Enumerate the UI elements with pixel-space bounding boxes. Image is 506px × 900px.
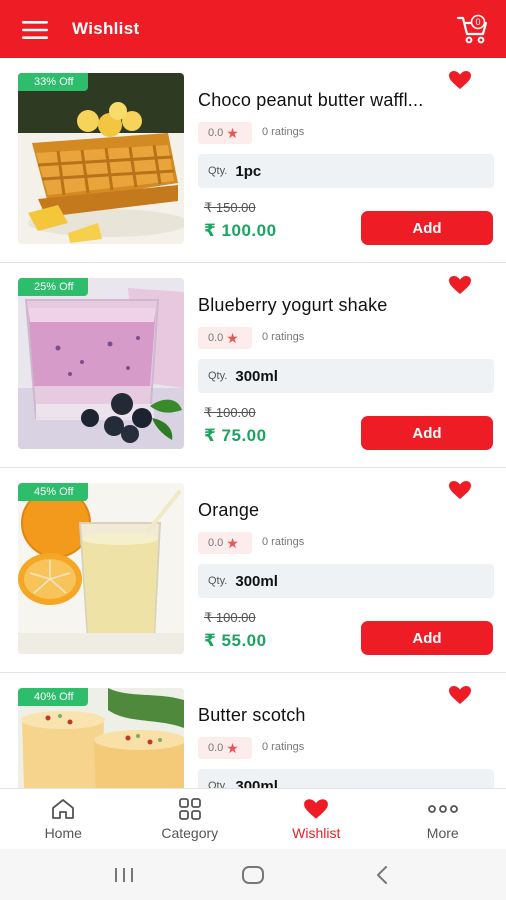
qty-value: 300ml	[235, 572, 278, 590]
discount-badge: 33% Off	[18, 73, 88, 91]
heart-icon[interactable]	[448, 480, 472, 500]
wishlist-item[interactable]: 45% Off Orange 0.0 ★ 0 ratings Qty. 300m…	[0, 468, 506, 673]
original-price: ₹ 150.00	[204, 200, 256, 215]
quantity-selector[interactable]: Qty. 1pc	[198, 154, 494, 188]
bottom-navigation: Home Category Wishlist More	[0, 788, 506, 849]
discount-badge: 40% Off	[18, 688, 88, 706]
quantity-selector[interactable]: Qty. 300ml	[198, 769, 494, 788]
rating-badge: 0.0 ★	[198, 122, 252, 144]
rating-value: 0.0	[208, 537, 224, 549]
product-image-blueberry-shake: 25% Off	[18, 278, 184, 449]
original-price: ₹ 100.00	[204, 610, 256, 625]
ratings-count: 0 ratings	[262, 331, 305, 343]
qty-label: Qty.	[208, 370, 228, 382]
app-header: Wishlist 0	[0, 0, 506, 58]
back-icon[interactable]	[362, 860, 402, 890]
nav-wishlist-label: Wishlist	[292, 825, 341, 841]
sale-price: ₹ 55.00	[204, 631, 267, 650]
nav-wishlist[interactable]: Wishlist	[253, 789, 380, 849]
qty-label: Qty.	[208, 575, 228, 587]
home-circle-icon[interactable]	[233, 860, 273, 890]
rating-value: 0.0	[208, 742, 224, 754]
star-icon: ★	[226, 330, 239, 346]
wishlist-item[interactable]: 40% Off Butter scotch 0.0 ★ 0 ratings Qt…	[0, 673, 506, 788]
nav-category[interactable]: Category	[127, 789, 254, 849]
heart-icon[interactable]	[448, 275, 472, 295]
hamburger-menu-icon[interactable]	[20, 18, 50, 42]
qty-value: 1pc	[235, 162, 262, 180]
qty-value: 300ml	[235, 367, 278, 385]
product-name[interactable]: Butter scotch	[198, 705, 494, 726]
rating-value: 0.0	[208, 127, 224, 139]
recent-apps-icon[interactable]	[104, 860, 144, 890]
wishlist-item[interactable]: 25% Off Blueberry yogurt shake 0.0 ★ 0 r…	[0, 263, 506, 468]
add-button[interactable]: Add	[361, 211, 493, 245]
heart-icon[interactable]	[448, 685, 472, 705]
quantity-selector[interactable]: Qty. 300ml	[198, 359, 494, 393]
star-icon: ★	[226, 535, 239, 551]
cart-icon[interactable]: 0	[456, 14, 490, 46]
nav-more-label: More	[426, 825, 459, 841]
rating-badge: 0.0 ★	[198, 327, 252, 349]
nav-home-label: Home	[44, 825, 82, 841]
star-icon: ★	[226, 740, 239, 756]
system-navigation-bar	[0, 849, 506, 900]
product-image-butter-scotch: 40% Off	[18, 688, 184, 788]
more-dots-icon	[427, 797, 458, 821]
page-title: Wishlist	[72, 19, 140, 38]
discount-badge: 25% Off	[18, 278, 88, 296]
wishlist-item[interactable]: 33% Off Choco peanut butter waffl... 0.0…	[0, 58, 506, 263]
rating-value: 0.0	[208, 332, 224, 344]
nav-home[interactable]: Home	[0, 789, 127, 849]
product-image-waffle: 33% Off	[18, 73, 184, 244]
quantity-selector[interactable]: Qty. 300ml	[198, 564, 494, 598]
sale-price: ₹ 100.00	[204, 221, 277, 240]
ratings-count: 0 ratings	[262, 741, 305, 753]
rating-badge: 0.0 ★	[198, 532, 252, 554]
star-icon: ★	[226, 125, 239, 141]
product-name[interactable]: Blueberry yogurt shake	[198, 295, 494, 316]
app-screen: Wishlist 0 33% Off Choco peanut butter w…	[0, 0, 506, 900]
heart-icon[interactable]	[448, 70, 472, 90]
product-image-orange-juice: 45% Off	[18, 483, 184, 654]
add-button[interactable]: Add	[361, 416, 493, 450]
nav-more[interactable]: More	[380, 789, 506, 849]
wishlist-list: 33% Off Choco peanut butter waffl... 0.0…	[0, 58, 506, 788]
nav-category-label: Category	[161, 825, 219, 841]
add-button[interactable]: Add	[361, 621, 493, 655]
original-price: ₹ 100.00	[204, 405, 256, 420]
sale-price: ₹ 75.00	[204, 426, 267, 445]
category-grid-icon	[178, 797, 202, 821]
product-name[interactable]: Orange	[198, 500, 494, 521]
product-name[interactable]: Choco peanut butter waffl...	[198, 90, 494, 111]
home-icon	[51, 797, 75, 821]
qty-label: Qty.	[208, 780, 228, 788]
cart-count-badge: 0	[475, 17, 480, 27]
heart-icon	[303, 797, 329, 821]
qty-label: Qty.	[208, 165, 228, 177]
rating-badge: 0.0 ★	[198, 737, 252, 759]
ratings-count: 0 ratings	[262, 536, 305, 548]
ratings-count: 0 ratings	[262, 126, 305, 138]
discount-badge: 45% Off	[18, 483, 88, 501]
qty-value: 300ml	[235, 777, 278, 789]
